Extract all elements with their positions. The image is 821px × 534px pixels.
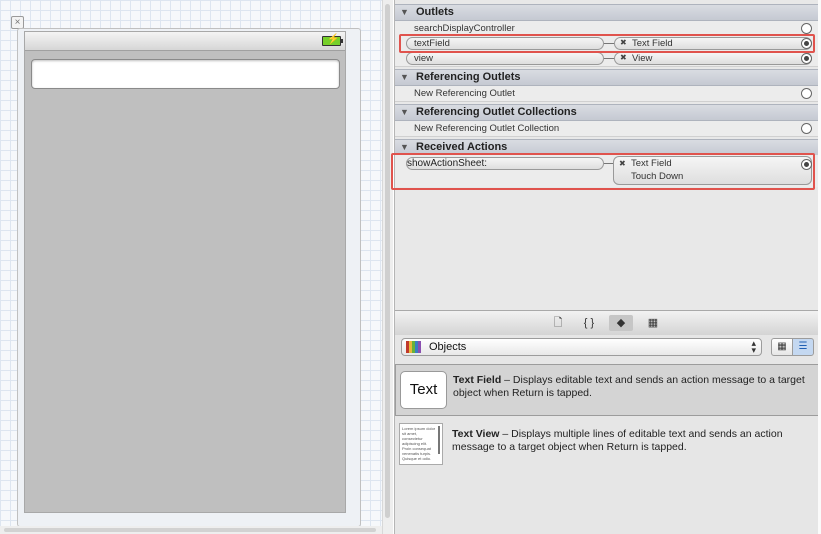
outlet-target-pill[interactable]: ✖ View (614, 52, 812, 65)
library-tab-bar: 🗋 { } ◆ ▦ (395, 310, 819, 336)
list-view-button[interactable]: ☰ (792, 338, 814, 356)
disclosure-triangle-icon[interactable]: ▼ (400, 72, 409, 82)
media-library-icon[interactable]: ▦ (641, 315, 665, 331)
outlet-name: New Referencing Outlet Collection (414, 123, 560, 134)
connection-circle-icon[interactable] (801, 53, 812, 64)
library-item-title: Text View (452, 428, 500, 440)
battery-icon: ⚡ (322, 34, 343, 46)
outlet-target: View (632, 53, 653, 64)
disclosure-triangle-icon[interactable]: ▼ (400, 142, 409, 152)
section-header-referencing-outlets[interactable]: ▼ Referencing Outlets (395, 69, 819, 86)
connections-inspector: ▼ Outlets searchDisplayController textFi… (391, 0, 819, 310)
scrollbar-thumb[interactable] (385, 4, 390, 518)
file-template-icon[interactable]: 🗋 (546, 315, 570, 331)
disclosure-triangle-icon[interactable]: ▼ (400, 107, 409, 117)
outlet-name: searchDisplayController (414, 23, 515, 34)
outlet-name: New Referencing Outlet (414, 88, 515, 99)
view-controller-screen[interactable]: ⚡ (24, 31, 346, 513)
library-item-text: – Displays editable text and sends an ac… (453, 374, 805, 399)
section-header-outlets[interactable]: ▼ Outlets (395, 4, 819, 21)
text-view-thumbnail: Lorem ipsum dolor sit amet, consectetur … (399, 423, 443, 465)
scroll-indicator (438, 426, 440, 454)
utilities-pane: ▼ Outlets searchDisplayController textFi… (391, 0, 819, 534)
outlet-row-view: view ✖ View (395, 51, 819, 67)
referencing-outlet-row: New Referencing Outlet (395, 86, 819, 102)
library-item-text-field[interactable]: Text Text Field – Displays editable text… (395, 364, 819, 416)
referencing-outlet-collection-row: New Referencing Outlet Collection (395, 121, 819, 137)
library-item-text-view[interactable]: Lorem ipsum dolor sit amet, consectetur … (395, 419, 817, 469)
connection-circle-icon[interactable] (801, 123, 812, 134)
connection-circle-icon[interactable] (801, 88, 812, 99)
object-library-icon[interactable]: ◆ (609, 315, 633, 331)
scrollbar-thumb[interactable] (4, 528, 376, 532)
section-header-referencing-outlet-collections[interactable]: ▼ Referencing Outlet Collections (395, 104, 819, 121)
code-snippet-icon[interactable]: { } (577, 315, 601, 331)
highlight-textfield-outlet (399, 34, 815, 53)
highlight-received-action (391, 153, 815, 190)
ib-canvas[interactable]: × ⚡ (0, 0, 382, 534)
section-title: Referencing Outlets (416, 71, 521, 83)
connection-circle-icon[interactable] (801, 23, 812, 34)
status-bar: ⚡ (25, 32, 345, 51)
text-view-thumbnail-text: Lorem ipsum dolor sit amet, consectetur … (402, 426, 436, 461)
canvas-horizontal-scrollbar[interactable] (0, 526, 382, 534)
library-category-popup[interactable]: Objects ▴ ▾ (401, 338, 762, 356)
outlet-name: view (414, 53, 434, 64)
section-title: Received Actions (416, 141, 508, 153)
canvas-vertical-scrollbar[interactable] (382, 0, 393, 534)
outlet-pill[interactable]: view (406, 52, 604, 65)
text-field[interactable] (31, 59, 340, 89)
library-item-text: – Displays multiple lines of editable te… (452, 428, 783, 453)
disclosure-triangle-icon[interactable]: ▼ (400, 7, 409, 17)
library-item-description: Text View – Displays multiple lines of e… (452, 428, 807, 454)
disconnect-icon[interactable]: ✖ (620, 53, 627, 62)
popup-label: Objects (429, 341, 467, 353)
popup-arrows-icon: ▴ ▾ (751, 338, 756, 355)
library-toolbar: Objects ▴ ▾ ▦ ☰ (395, 335, 819, 361)
library-books-icon (406, 341, 421, 353)
section-title: Referencing Outlet Collections (416, 106, 577, 118)
section-title: Outlets (416, 6, 454, 18)
text-field-thumbnail: Text (400, 371, 447, 409)
library-item-description: Text Field – Displays editable text and … (453, 374, 808, 400)
iphone-view-controller[interactable]: ⚡ (17, 28, 361, 527)
library-item-title: Text Field (453, 374, 502, 386)
icon-view-button[interactable]: ▦ (771, 338, 793, 356)
